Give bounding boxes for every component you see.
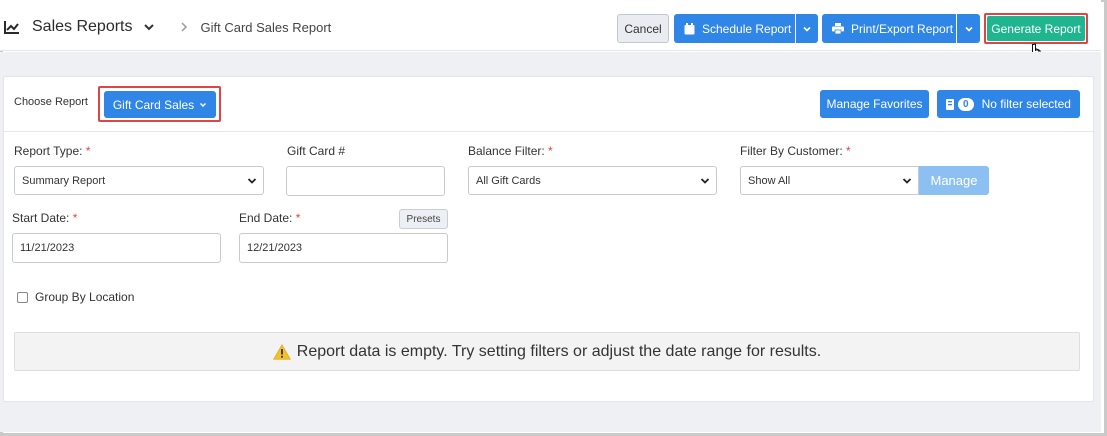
filter-by-customer-select[interactable]: Show All [740,166,919,195]
report-select-button[interactable]: Gift Card Sales [104,91,216,118]
chevron-down-icon [700,178,710,184]
print-export-dropdown[interactable] [957,14,980,43]
generate-report-button[interactable]: Generate Report [987,16,1085,41]
cancel-button[interactable]: Cancel [617,14,669,43]
presets-button[interactable]: Presets [399,209,448,229]
manage-favorites-button[interactable]: Manage Favorites [820,90,929,118]
filter-count-badge: 0 [958,97,974,111]
chevron-down-icon[interactable] [143,21,155,33]
balance-filter-select[interactable]: All Gift Cards [468,166,717,195]
divider [4,131,1093,132]
report-select-label: Gift Card Sales [112,97,195,112]
filter-button[interactable]: 0 No filter selected [937,90,1080,118]
line-chart-icon [4,21,19,34]
balance-filter-value: All Gift Cards [476,174,541,187]
schedule-report-button[interactable]: Schedule Report [674,14,795,43]
chevron-down-icon [247,178,257,184]
filter-label: No filter selected [981,97,1071,111]
manage-customers-button[interactable]: Manage [919,166,989,195]
page-title-group: Sales Reports Gift Card Sales Report [4,16,331,38]
balance-filter-label: Balance Filter: * [468,144,553,158]
chevron-down-icon [803,26,811,32]
schedule-report-label: Schedule Report [702,21,792,36]
group-by-location-checkbox[interactable] [17,291,28,303]
gift-card-number-input[interactable] [286,166,445,196]
calendar-icon [684,22,695,35]
chevron-down-icon [964,26,973,32]
choose-report-label: Choose Report [14,96,88,108]
breadcrumb-current: Gift Card Sales Report [200,19,332,35]
filter-by-customer-value: Show All [748,174,791,187]
warning-icon [272,343,291,360]
print-export-label: Print/Export Report [851,21,954,36]
chevron-right-icon [180,22,187,32]
empty-report-text: Report data is empty. Try setting filter… [296,342,822,360]
filter-icon [946,98,955,110]
end-date-label: End Date: * [239,211,301,225]
page-title[interactable]: Sales Reports [32,18,133,36]
end-date-input[interactable]: 12/21/2023 [239,233,448,263]
report-type-select[interactable]: Summary Report [14,166,264,195]
group-by-location-row[interactable]: Group By Location [17,290,134,304]
gift-card-number-label: Gift Card # [287,144,346,158]
filter-by-customer-label: Filter By Customer: * [740,144,851,158]
start-date-label: Start Date: * [12,211,78,225]
start-date-input[interactable]: 11/21/2023 [12,233,221,263]
print-export-button[interactable]: Print/Export Report [822,14,956,43]
empty-report-message: Report data is empty. Try setting filter… [14,332,1080,371]
group-by-location-label: Group By Location [35,290,135,304]
schedule-report-dropdown[interactable] [796,14,818,43]
printer-icon [832,23,844,34]
report-type-value: Summary Report [22,174,106,187]
chevron-down-icon [199,101,207,109]
chevron-down-icon [902,178,912,184]
report-type-label: Report Type: * [14,144,91,158]
